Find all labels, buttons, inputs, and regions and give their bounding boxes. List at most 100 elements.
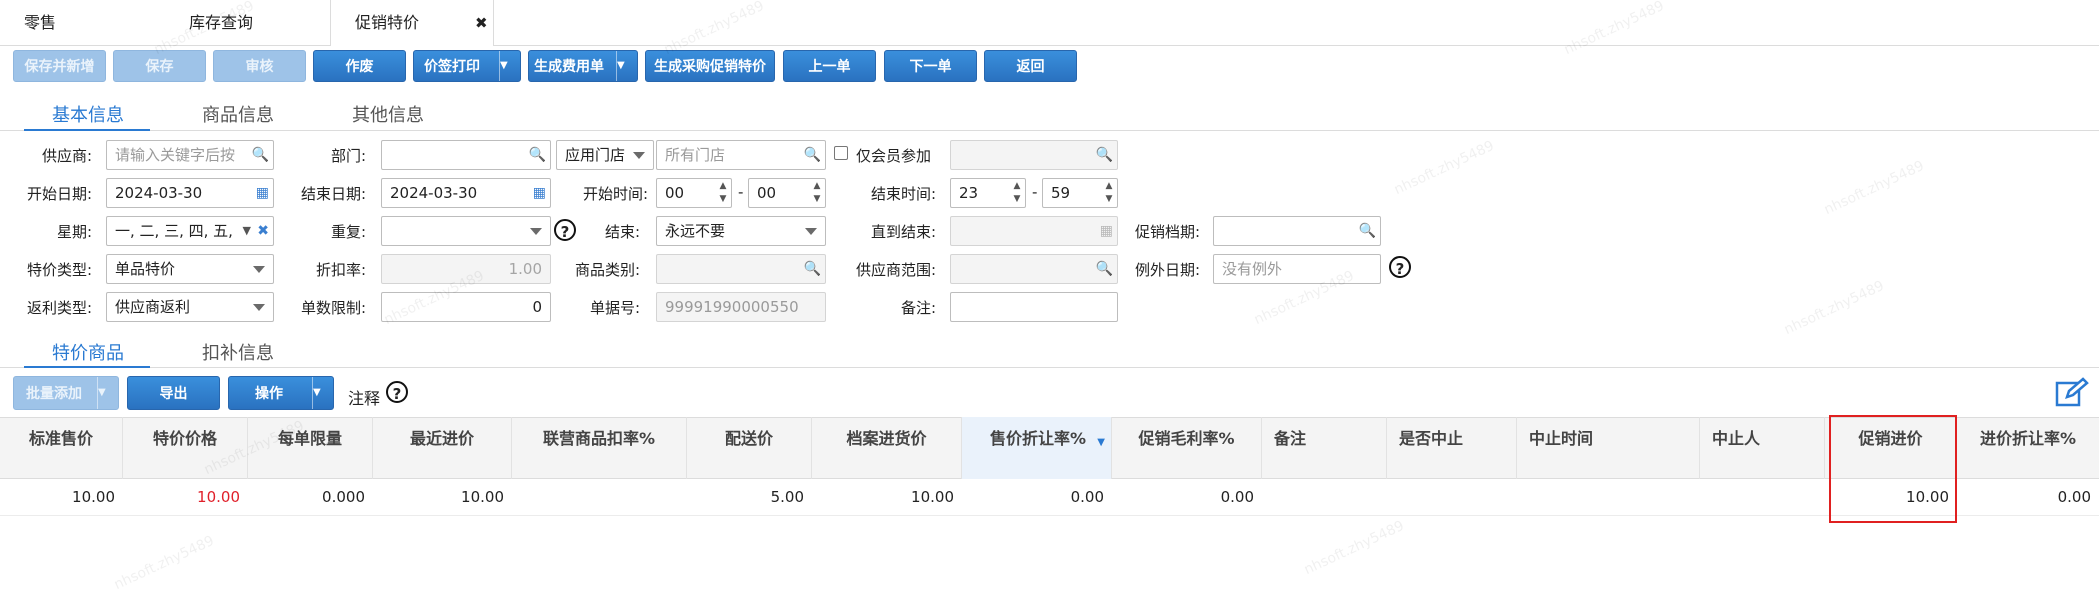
- search-icon[interactable]: 🔍: [252, 141, 269, 169]
- rebate-type-select[interactable]: 供应商返利: [106, 292, 274, 322]
- col-header[interactable]: 联营商品扣率%: [512, 417, 687, 479]
- cell[interactable]: 10.00: [0, 480, 123, 514]
- divider: [0, 515, 2099, 516]
- cell[interactable]: 0.000: [248, 480, 373, 514]
- dept-input[interactable]: 🔍: [381, 140, 551, 170]
- remark-input[interactable]: [950, 292, 1118, 322]
- col-header[interactable]: 档案进货价: [812, 417, 962, 479]
- spin-down-icon[interactable]: ▼: [1103, 193, 1115, 206]
- end-hour-input[interactable]: 23 ▲ ▼: [950, 178, 1026, 208]
- cell[interactable]: 0.00: [1112, 480, 1262, 514]
- tab-stock-query[interactable]: 库存查询: [189, 0, 253, 45]
- cell[interactable]: 0.00: [962, 480, 1112, 514]
- start-hour-input[interactable]: 00 ▲ ▼: [656, 178, 732, 208]
- search-icon[interactable]: 🔍: [804, 141, 821, 169]
- chevron-down-icon[interactable]: ▼: [499, 51, 520, 81]
- col-header[interactable]: 是否中止: [1387, 417, 1517, 479]
- col-header[interactable]: 中止时间: [1517, 417, 1700, 479]
- tab-promo-special[interactable]: 促销特价: [330, 0, 494, 46]
- end-value: 永远不要: [665, 222, 726, 240]
- col-header[interactable]: 特价价格: [123, 417, 248, 479]
- col-header[interactable]: 中止人: [1700, 417, 1825, 479]
- cell-special-price[interactable]: 10.00: [123, 480, 248, 514]
- spin-down-icon[interactable]: ▼: [1011, 193, 1023, 206]
- void-button[interactable]: 作废: [313, 50, 406, 82]
- operate-button[interactable]: 操作 ▼: [228, 376, 334, 410]
- cell[interactable]: [1517, 480, 1700, 514]
- weekday-label: 星期:: [56, 223, 92, 241]
- chevron-down-icon[interactable]: ▼: [97, 377, 118, 409]
- back-button[interactable]: 返回: [984, 50, 1077, 82]
- end-select[interactable]: 永远不要: [656, 216, 826, 246]
- close-icon[interactable]: ✖: [475, 14, 488, 32]
- calendar-icon[interactable]: ▦: [533, 179, 546, 207]
- help-icon[interactable]: ?: [386, 381, 408, 403]
- cell[interactable]: [512, 480, 687, 514]
- repeat-select[interactable]: [381, 216, 551, 246]
- tab-special-goods[interactable]: 特价商品: [52, 339, 124, 365]
- spin-up-icon[interactable]: ▲: [1011, 180, 1023, 193]
- cell[interactable]: [1700, 480, 1825, 514]
- help-icon[interactable]: ?: [1389, 256, 1411, 278]
- end-minute-input[interactable]: 59 ▲ ▼: [1042, 178, 1118, 208]
- calendar-icon[interactable]: ▦: [256, 179, 269, 207]
- tab-deduction-info[interactable]: 扣补信息: [202, 339, 274, 365]
- clear-icon[interactable]: ✖: [257, 217, 269, 245]
- cell[interactable]: 0.00: [1957, 480, 2099, 514]
- count-limit-input[interactable]: 0: [381, 292, 551, 322]
- spin-down-icon[interactable]: ▼: [811, 193, 823, 206]
- sort-icon[interactable]: ▼: [1097, 437, 1105, 448]
- chevron-down-icon[interactable]: ▼: [312, 377, 333, 409]
- save-button[interactable]: 保存: [113, 50, 206, 82]
- batch-add-button[interactable]: 批量添加 ▼: [13, 376, 119, 410]
- cell[interactable]: 5.00: [687, 480, 812, 514]
- col-header[interactable]: 最近进价: [373, 417, 512, 479]
- tab-retail[interactable]: 零售: [24, 0, 56, 45]
- member-only-checkbox[interactable]: [834, 146, 848, 160]
- export-button[interactable]: 导出: [127, 376, 220, 410]
- col-header[interactable]: 标准售价: [0, 417, 123, 479]
- save-new-button[interactable]: 保存并新增: [13, 50, 106, 82]
- supplier-input[interactable]: 请输入关键字后按 🔍: [106, 140, 274, 170]
- cell[interactable]: 10.00: [373, 480, 512, 514]
- chevron-down-icon[interactable]: ▼: [616, 51, 637, 81]
- store-input[interactable]: 所有门店 🔍: [656, 140, 826, 170]
- col-header[interactable]: 进价折让率%: [1957, 417, 2099, 479]
- col-header[interactable]: 促销毛利率%: [1112, 417, 1262, 479]
- help-icon[interactable]: ?: [554, 219, 576, 241]
- col-header[interactable]: 每单限量: [248, 417, 373, 479]
- audit-button[interactable]: 审核: [213, 50, 306, 82]
- spin-down-icon[interactable]: ▼: [717, 193, 729, 206]
- weekday-select[interactable]: 一, 二, 三, 四, 五, ▼ ✖: [106, 216, 274, 246]
- col-header[interactable]: 配送价: [687, 417, 812, 479]
- exception-date-input[interactable]: 没有例外: [1213, 254, 1381, 284]
- cell[interactable]: [1262, 480, 1387, 514]
- store-scope-select[interactable]: 应用门店: [556, 140, 654, 170]
- tab-basic-info[interactable]: 基本信息: [52, 101, 124, 127]
- promo-file-input[interactable]: 🔍: [1213, 216, 1381, 246]
- prev-button[interactable]: 上一单: [783, 50, 876, 82]
- cell[interactable]: [1387, 480, 1517, 514]
- spin-up-icon[interactable]: ▲: [1103, 180, 1115, 193]
- store-placeholder: 所有门店: [665, 146, 726, 164]
- special-type-select[interactable]: 单品特价: [106, 254, 274, 284]
- end-date-input[interactable]: 2024-03-30 ▦: [381, 178, 551, 208]
- spin-up-icon[interactable]: ▲: [811, 180, 823, 193]
- start-minute-input[interactable]: 00 ▲ ▼: [748, 178, 826, 208]
- search-icon[interactable]: 🔍: [1359, 217, 1376, 245]
- price-print-button[interactable]: 价签打印 ▼: [413, 50, 521, 82]
- edit-icon[interactable]: [2055, 377, 2089, 409]
- goods-category-input: 🔍: [656, 254, 826, 284]
- cell[interactable]: 10.00: [812, 480, 962, 514]
- gen-fee-button[interactable]: 生成费用单 ▼: [528, 50, 638, 82]
- chevron-down-icon[interactable]: ▼: [243, 217, 251, 245]
- spin-up-icon[interactable]: ▲: [717, 180, 729, 193]
- col-header[interactable]: 备注: [1262, 417, 1387, 479]
- start-date-input[interactable]: 2024-03-30 ▦: [106, 178, 274, 208]
- next-button[interactable]: 下一单: [884, 50, 977, 82]
- gen-purchase-button[interactable]: 生成采购促销特价: [645, 50, 775, 82]
- tab-goods-info[interactable]: 商品信息: [202, 101, 274, 127]
- tab-other-info[interactable]: 其他信息: [352, 101, 424, 127]
- col-header[interactable]: 售价折让率% ▼: [962, 417, 1112, 479]
- search-icon[interactable]: 🔍: [529, 141, 546, 169]
